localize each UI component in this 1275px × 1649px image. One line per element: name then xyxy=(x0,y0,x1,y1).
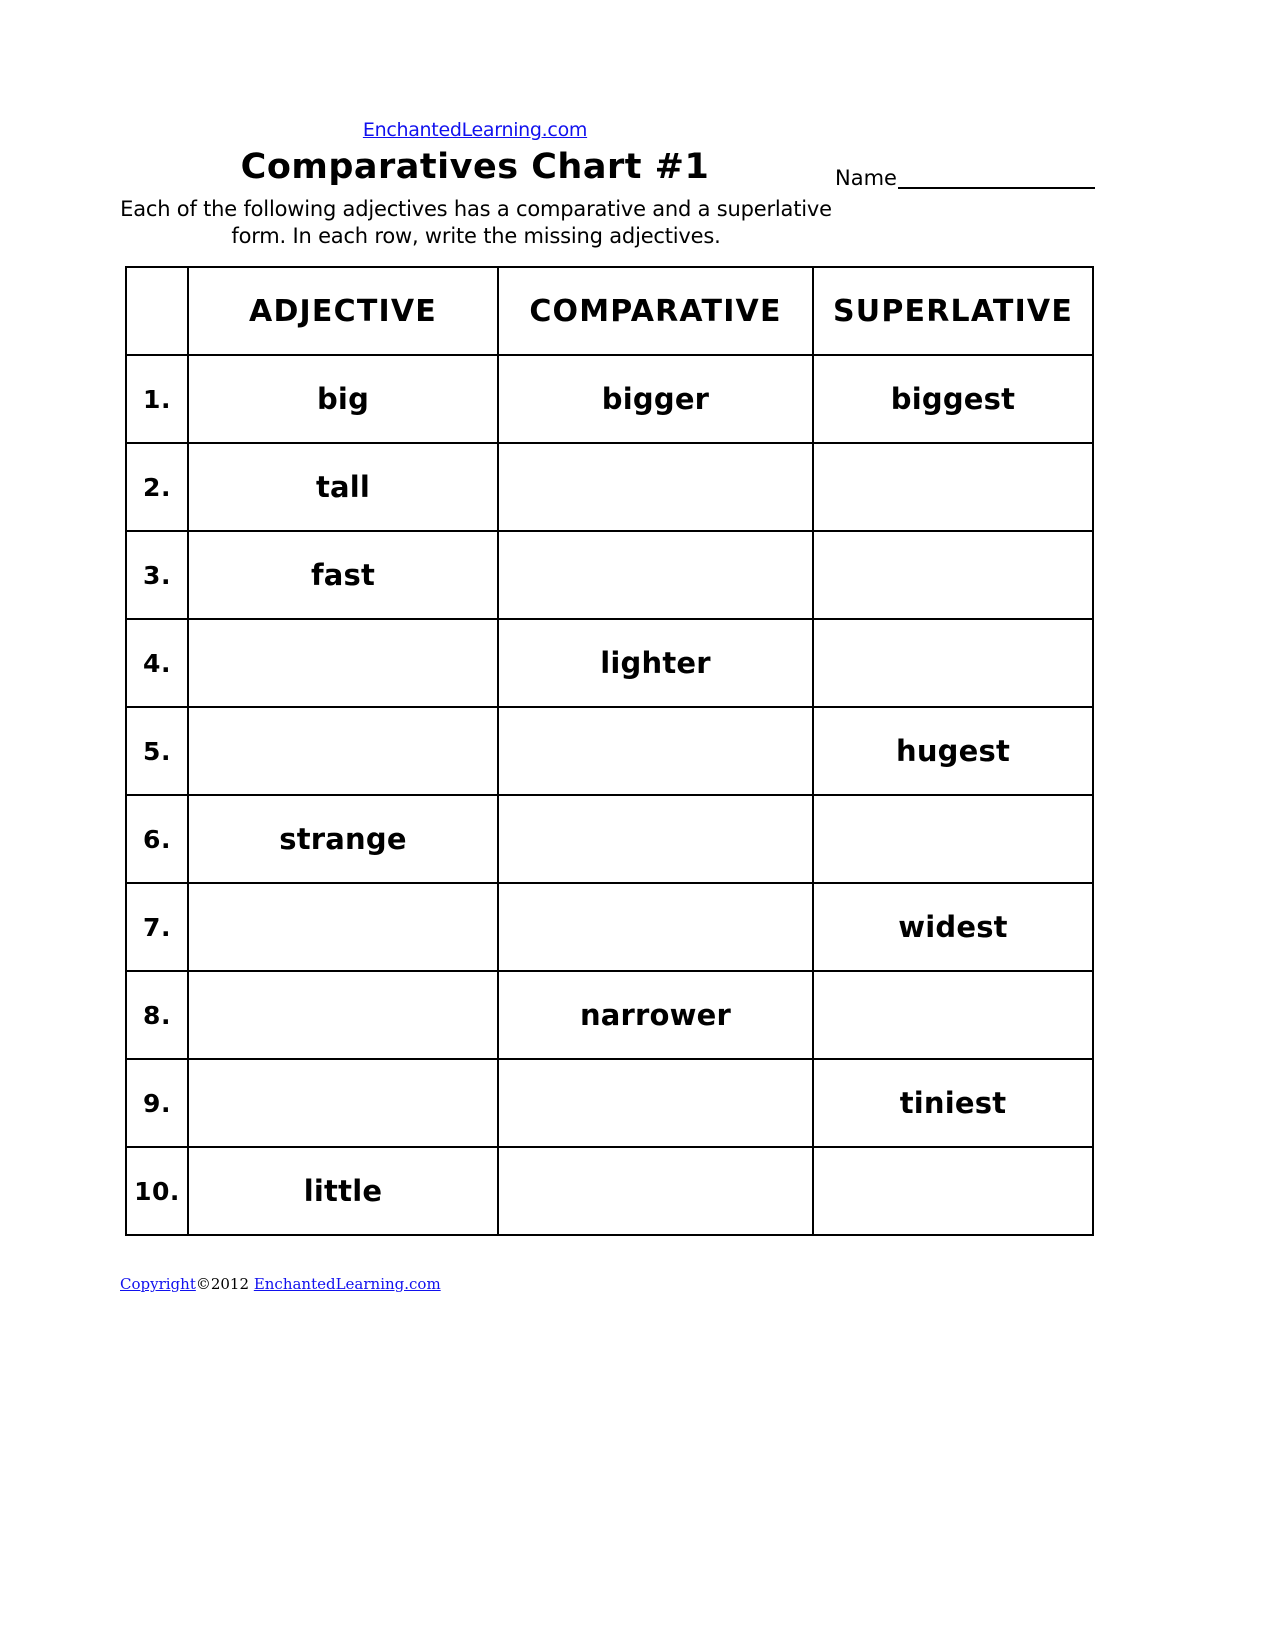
instructions-text: Each of the following adjectives has a c… xyxy=(120,197,832,248)
cell-adjective[interactable]: little xyxy=(187,1146,499,1236)
table-row: 1. big bigger biggest xyxy=(125,354,1094,444)
cell-comparative[interactable] xyxy=(497,1146,814,1236)
cell-comparative[interactable] xyxy=(497,882,814,972)
cell-superlative[interactable] xyxy=(812,618,1094,708)
worksheet-page: EnchantedLearning.com Comparatives Chart… xyxy=(0,0,1275,1649)
cell-superlative[interactable] xyxy=(812,794,1094,884)
column-header-adjective: ADJECTIVE xyxy=(187,266,499,356)
cell-superlative[interactable] xyxy=(812,530,1094,620)
row-number: 5. xyxy=(125,706,189,796)
cell-comparative[interactable] xyxy=(497,794,814,884)
cell-adjective[interactable]: big xyxy=(187,354,499,444)
table-row: 2. tall xyxy=(125,442,1094,532)
table-row: 9. tiniest xyxy=(125,1058,1094,1148)
cell-comparative[interactable] xyxy=(497,530,814,620)
column-header-comparative: COMPARATIVE xyxy=(497,266,814,356)
name-field: Name xyxy=(835,168,1095,189)
row-number: 1. xyxy=(125,354,189,444)
table-row: 4. lighter xyxy=(125,618,1094,708)
row-number: 7. xyxy=(125,882,189,972)
cell-adjective[interactable] xyxy=(187,1058,499,1148)
cell-superlative[interactable]: biggest xyxy=(812,354,1094,444)
table-header-row: ADJECTIVE COMPARATIVE SUPERLATIVE xyxy=(125,266,1094,356)
footer-symbol-year: ©2012 xyxy=(195,1275,250,1293)
name-label: Name xyxy=(835,166,897,190)
table-row: 5. hugest xyxy=(125,706,1094,796)
row-number: 6. xyxy=(125,794,189,884)
footer-copyright: Copyright©2012 EnchantedLearning.com xyxy=(120,1275,441,1293)
row-number: 2. xyxy=(125,442,189,532)
cell-comparative[interactable]: lighter xyxy=(497,618,814,708)
cell-adjective[interactable] xyxy=(187,706,499,796)
cell-superlative[interactable] xyxy=(812,442,1094,532)
footer-site-link[interactable]: EnchantedLearning.com xyxy=(254,1275,441,1293)
cell-comparative[interactable] xyxy=(497,706,814,796)
table-row: 6. strange xyxy=(125,794,1094,884)
cell-adjective[interactable] xyxy=(187,882,499,972)
enchantedlearning-site-link[interactable]: EnchantedLearning.com xyxy=(363,119,588,141)
cell-adjective[interactable]: fast xyxy=(187,530,499,620)
cell-adjective[interactable] xyxy=(187,618,499,708)
cell-adjective[interactable]: strange xyxy=(187,794,499,884)
column-header-number xyxy=(125,266,189,356)
row-number: 10. xyxy=(125,1146,189,1236)
row-number: 8. xyxy=(125,970,189,1060)
page-title: Comparatives Chart #1 xyxy=(240,147,710,187)
cell-comparative[interactable]: narrower xyxy=(497,970,814,1060)
table-row: 8. narrower xyxy=(125,970,1094,1060)
cell-comparative[interactable] xyxy=(497,442,814,532)
cell-comparative[interactable]: bigger xyxy=(497,354,814,444)
table-row: 3. fast xyxy=(125,530,1094,620)
row-number: 4. xyxy=(125,618,189,708)
cell-superlative[interactable]: tiniest xyxy=(812,1058,1094,1148)
table-header: ADJECTIVE COMPARATIVE SUPERLATIVE xyxy=(125,266,1094,356)
table-row: 10. little xyxy=(125,1146,1094,1236)
table-row: 7. widest xyxy=(125,882,1094,972)
cell-adjective[interactable]: tall xyxy=(187,442,499,532)
cell-superlative[interactable]: widest xyxy=(812,882,1094,972)
cell-superlative[interactable]: hugest xyxy=(812,706,1094,796)
cell-superlative[interactable] xyxy=(812,970,1094,1060)
comparatives-table: ADJECTIVE COMPARATIVE SUPERLATIVE 1. big… xyxy=(125,266,1094,1236)
cell-comparative[interactable] xyxy=(497,1058,814,1148)
column-header-superlative: SUPERLATIVE xyxy=(812,266,1094,356)
footer-copyright-link[interactable]: Copyright xyxy=(120,1275,196,1293)
cell-adjective[interactable] xyxy=(187,970,499,1060)
cell-superlative[interactable] xyxy=(812,1146,1094,1236)
row-number: 9. xyxy=(125,1058,189,1148)
row-number: 3. xyxy=(125,530,189,620)
table-body: 1. big bigger biggest 2. tall 3. fast 4. xyxy=(125,354,1094,1236)
name-blank-line[interactable] xyxy=(897,170,1095,189)
header-site-link-container: EnchantedLearning.com xyxy=(0,119,950,141)
